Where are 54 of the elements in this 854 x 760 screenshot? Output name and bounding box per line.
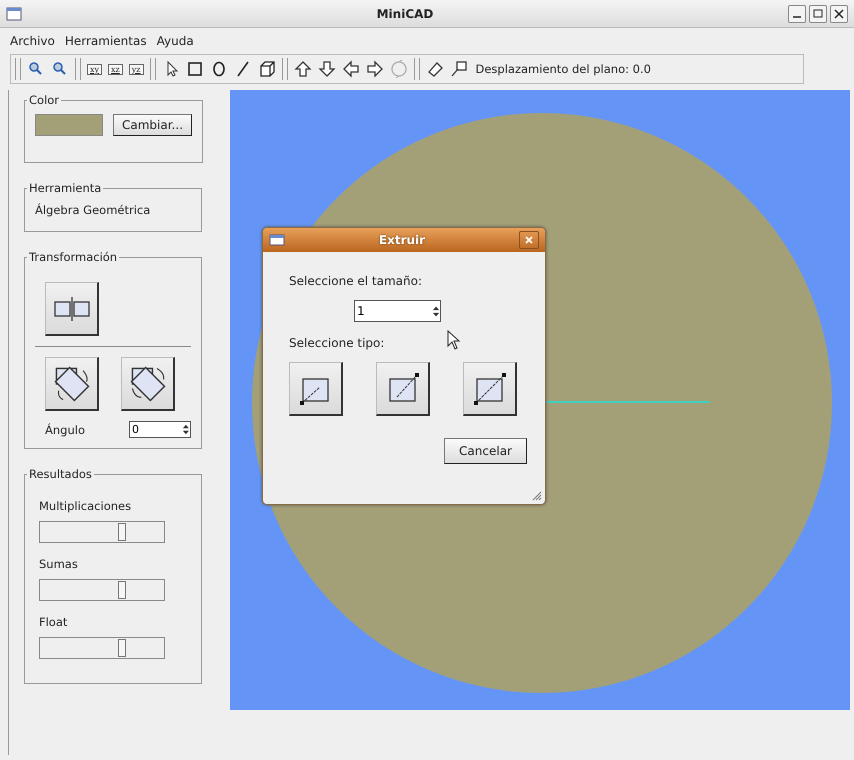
cube-icon[interactable] xyxy=(258,60,276,78)
slider-thumb[interactable] xyxy=(118,523,126,541)
extrude-type-button[interactable] xyxy=(289,362,343,416)
spin-arrows-icon[interactable] xyxy=(182,423,190,436)
resize-grip-icon[interactable] xyxy=(532,491,542,501)
arrow-down-icon[interactable] xyxy=(318,60,336,78)
group-title: Color xyxy=(28,93,60,107)
spin-arrows-icon[interactable] xyxy=(432,304,440,318)
group-title: Resultados xyxy=(28,467,93,481)
result-slider[interactable] xyxy=(39,521,165,543)
dialog-title: Extruir xyxy=(378,233,426,247)
size-label: Seleccione el tamaño: xyxy=(289,274,422,288)
type-label: Seleccione tipo: xyxy=(289,336,384,350)
cancel-button[interactable]: Cancelar xyxy=(444,438,527,464)
mouse-pointer-icon xyxy=(447,330,461,350)
rotate-right-button[interactable] xyxy=(45,357,99,411)
result-slider[interactable] xyxy=(39,637,165,659)
close-icon[interactable] xyxy=(830,4,848,22)
arrow-left-icon[interactable] xyxy=(342,60,360,78)
minimize-icon[interactable] xyxy=(788,4,806,22)
tool-name: Álgebra Geométrica xyxy=(35,202,152,219)
result-label: Sumas xyxy=(39,557,79,571)
slider-thumb[interactable] xyxy=(118,581,126,599)
size-field[interactable]: 1 xyxy=(354,300,441,322)
extrude-type-button[interactable] xyxy=(376,362,430,416)
angle-label: Ángulo xyxy=(45,422,85,436)
square-icon[interactable] xyxy=(186,60,204,78)
rotate-left-button[interactable] xyxy=(121,357,175,411)
plane-button[interactable]: xy xyxy=(87,64,102,74)
change-color-button[interactable]: Cambiar... xyxy=(113,114,192,136)
slider-thumb[interactable] xyxy=(118,639,126,657)
close-icon[interactable] xyxy=(519,231,539,249)
extrude-icon xyxy=(472,370,508,406)
group-title: Herramienta xyxy=(28,181,102,195)
select-box-icon[interactable] xyxy=(450,60,468,78)
window-icon xyxy=(269,234,285,246)
arrow-up-icon[interactable] xyxy=(294,60,312,78)
plane-offset-label: Desplazamiento del plano: 0.0 xyxy=(476,62,651,76)
window-icon xyxy=(6,6,22,20)
result-slider[interactable] xyxy=(39,579,165,601)
mirror-button[interactable] xyxy=(45,282,99,336)
extrude-type-button[interactable] xyxy=(463,362,517,416)
window-title: MiniCAD xyxy=(376,6,434,20)
maximize-icon[interactable] xyxy=(809,4,827,22)
menu-item[interactable]: Archivo xyxy=(10,34,55,48)
group-title: Transformación xyxy=(28,250,118,264)
arrow-right-icon[interactable] xyxy=(366,60,384,78)
result-label: Multiplicaciones xyxy=(39,499,132,513)
plane-button[interactable]: xz xyxy=(108,64,123,74)
angle-field[interactable]: 0 xyxy=(129,421,191,438)
menu-item[interactable]: Ayuda xyxy=(156,34,194,48)
plane-button[interactable]: yz xyxy=(128,64,144,74)
menu-item[interactable]: Herramientas xyxy=(64,34,147,48)
result-label: Float xyxy=(39,615,68,629)
